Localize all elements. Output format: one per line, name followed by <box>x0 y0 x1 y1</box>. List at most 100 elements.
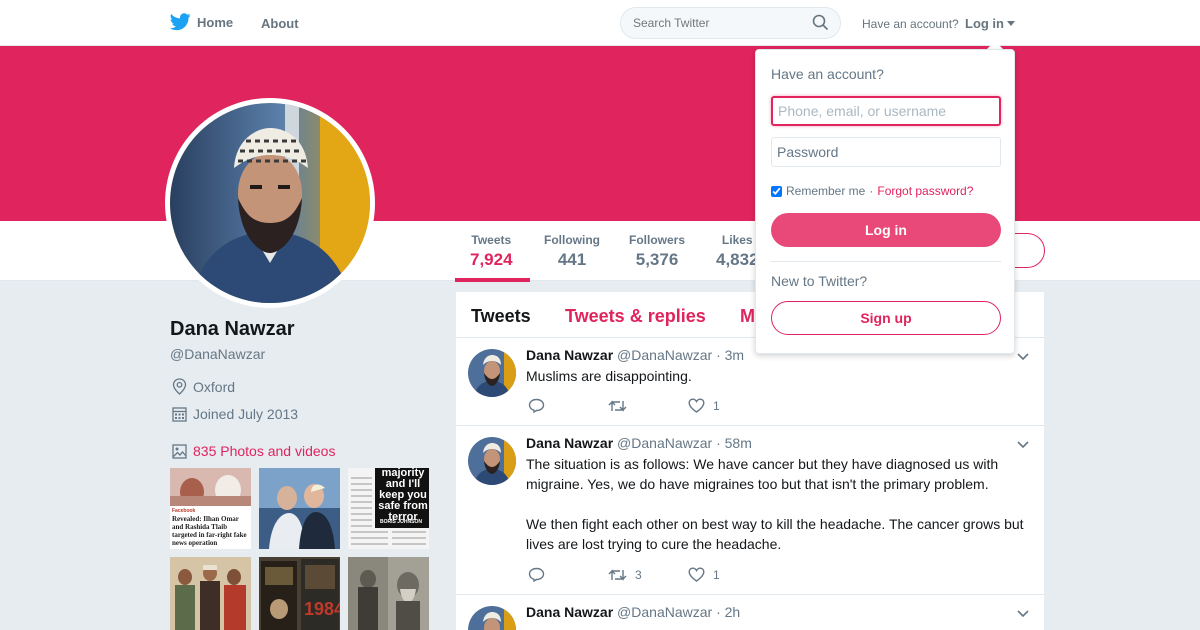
retweet-count: 3 <box>635 567 642 582</box>
stat-tweets[interactable]: Tweets 7,924 <box>470 233 513 270</box>
location-pin-icon <box>172 378 187 395</box>
photo-crowd <box>170 557 251 630</box>
profile-handle[interactable]: @DanaNawzar <box>170 346 265 362</box>
tab-tweets[interactable]: Tweets <box>471 306 531 327</box>
avatar-photo <box>468 437 516 485</box>
profile-avatar[interactable] <box>165 98 375 308</box>
tweet-avatar[interactable] <box>468 349 516 397</box>
photos-videos-label: 835 Photos and videos <box>193 443 336 459</box>
have-account-label: Have an account? <box>862 17 959 31</box>
nav-home-link[interactable]: Home <box>170 13 233 31</box>
tweet-timestamp[interactable]: · 2h <box>716 604 740 620</box>
username-input[interactable] <box>771 96 1001 126</box>
password-input[interactable] <box>771 137 1001 167</box>
like-action[interactable]: 1 <box>688 398 768 413</box>
photos-videos-link[interactable]: 835 Photos and videos <box>172 443 335 459</box>
tweet-item[interactable]: Dana Nawzar @DanaNawzar · 58m The situat… <box>456 426 1044 595</box>
tweet-actions: 3 1 <box>528 567 768 582</box>
top-navigation-bar: Home About Have an account? Log in <box>0 0 1200 46</box>
tweet-item[interactable]: Dana Nawzar @DanaNawzar · 2h <box>456 595 1044 630</box>
nav-about-link[interactable]: About <box>261 16 299 31</box>
remember-label[interactable]: Remember me <box>786 184 865 198</box>
signup-button[interactable]: Sign up <box>771 301 1001 335</box>
tweet-author-handle[interactable]: @DanaNawzar <box>617 435 712 451</box>
chevron-down-icon[interactable] <box>1017 353 1029 361</box>
retweet-action[interactable]: 3 <box>608 567 688 582</box>
search-input[interactable] <box>620 7 841 39</box>
profile-location: Oxford <box>172 378 235 395</box>
joined-text: Joined July 2013 <box>193 406 299 422</box>
avatar-photo <box>170 103 370 303</box>
chevron-down-icon[interactable] <box>1017 441 1029 449</box>
reply-icon <box>528 567 545 582</box>
tweet-timestamp[interactable]: · 3m <box>716 347 744 363</box>
thumb-book-title: 1984 <box>304 599 340 619</box>
thumb-source: Facebook <box>172 508 196 514</box>
separator-dot: · <box>869 184 874 198</box>
reply-action[interactable] <box>528 567 608 582</box>
tweet-timestamp[interactable]: · 58m <box>716 435 752 451</box>
thumb-byline: BORIS JOHNSON <box>380 519 422 525</box>
reply-action[interactable] <box>528 398 608 413</box>
tweet-author-handle[interactable]: @DanaNawzar <box>617 604 712 620</box>
stat-likes[interactable]: Likes 4,832 <box>716 233 759 270</box>
stat-following[interactable]: Following 441 <box>544 233 600 270</box>
login-menu-link[interactable]: Log in <box>965 16 1004 31</box>
stat-followers-value: 5,376 <box>635 250 679 269</box>
twitter-bird-icon <box>170 13 191 31</box>
vintage-photo <box>348 557 429 630</box>
stat-likes-label: Likes <box>721 233 753 247</box>
media-thumbnail[interactable]: 1984 <box>259 557 340 630</box>
retweet-action[interactable] <box>608 398 688 413</box>
tweet-avatar[interactable] <box>468 437 516 485</box>
profile-joined: Joined July 2013 <box>172 406 298 422</box>
retweet-icon <box>608 399 627 412</box>
stat-followers[interactable]: Followers 5,376 <box>629 233 685 270</box>
dropdown-divider <box>771 261 1001 262</box>
like-count: 1 <box>713 567 720 582</box>
stat-following-value: 441 <box>557 250 587 269</box>
remember-checkbox[interactable] <box>771 185 782 197</box>
tweet-author-name[interactable]: Dana Nawzar <box>526 435 613 451</box>
reply-icon <box>528 398 545 413</box>
location-text: Oxford <box>193 378 236 395</box>
thumb-headline: majority and I'll keep you safe from ter… <box>377 468 429 523</box>
tweet-text-paragraph: We then fight each other on best way to … <box>526 516 1024 552</box>
media-thumbnail[interactable]: majority and I'll keep you safe from ter… <box>348 468 429 549</box>
tweet-text-paragraph: The situation is as follows: We have can… <box>526 456 999 492</box>
login-dropdown: Have an account? Remember me · Forgot pa… <box>755 49 1015 354</box>
profile-name[interactable]: Dana Nawzar <box>170 318 295 341</box>
avatar-photo <box>468 349 516 397</box>
tweet-author-handle[interactable]: @DanaNawzar <box>617 347 712 363</box>
tweet-author-name[interactable]: Dana Nawzar <box>526 347 613 363</box>
login-button[interactable]: Log in <box>771 213 1001 247</box>
stat-tweets-label: Tweets <box>471 233 512 247</box>
tweet-text: Muslims are disappointing. <box>526 368 692 384</box>
caret-down-icon[interactable] <box>1007 21 1015 26</box>
like-action[interactable]: 1 <box>688 567 768 582</box>
forgot-password-link[interactable]: Forgot password? <box>877 184 973 198</box>
calendar-icon <box>172 407 187 422</box>
media-thumbnail[interactable] <box>259 468 340 549</box>
media-thumbnail[interactable]: Facebook Revealed: Ilhan Omar and Rashid… <box>170 468 251 549</box>
tweet-header: Dana Nawzar @DanaNawzar · 58m <box>526 435 752 451</box>
remember-row: Remember me · Forgot password? <box>771 184 973 198</box>
active-tab-underline <box>455 278 530 282</box>
search-icon[interactable] <box>812 14 829 31</box>
tweet-avatar[interactable] <box>468 606 516 630</box>
tab-tweets-replies[interactable]: Tweets & replies <box>565 306 706 327</box>
tweet-author-name[interactable]: Dana Nawzar <box>526 604 613 620</box>
tab-media[interactable]: M <box>740 306 755 327</box>
media-thumbnail[interactable] <box>348 557 429 630</box>
stat-likes-value: 4,832 <box>716 250 759 269</box>
media-thumbnail[interactable] <box>170 557 251 630</box>
image-icon <box>172 443 187 459</box>
chevron-down-icon[interactable] <box>1017 610 1029 618</box>
heart-icon <box>688 398 705 413</box>
stat-tweets-value: 7,924 <box>470 250 513 269</box>
like-count: 1 <box>713 398 720 413</box>
stat-following-label: Following <box>544 233 600 247</box>
tweet-actions: 1 <box>528 398 768 413</box>
heart-icon <box>688 567 705 582</box>
nav-home-label: Home <box>197 14 234 30</box>
